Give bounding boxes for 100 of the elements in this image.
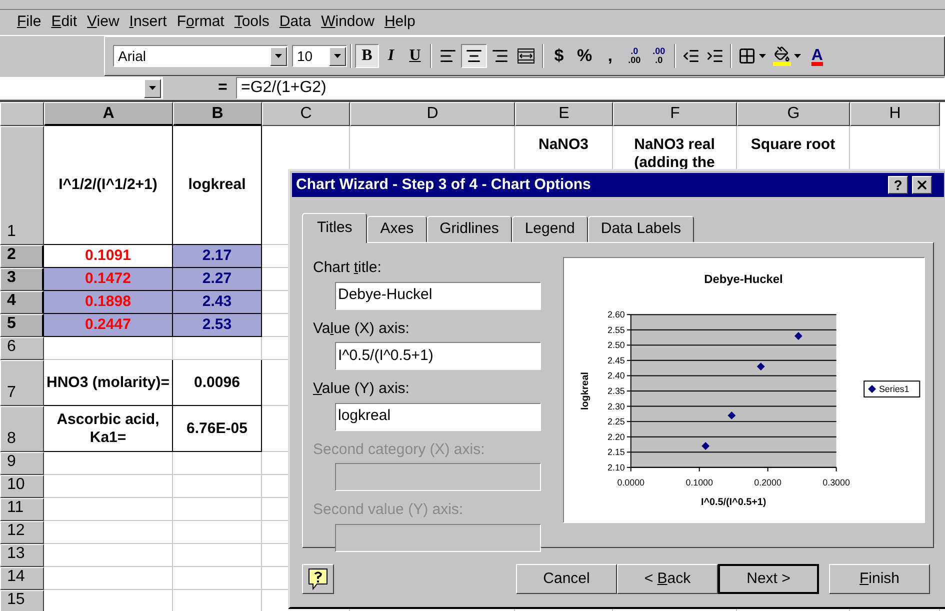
font-size-field[interactable]: 10 xyxy=(292,45,347,67)
column-header[interactable]: A xyxy=(44,102,173,126)
cell-value: HNO3 (molarity)= xyxy=(46,374,170,392)
cell-value: 0.1091 xyxy=(85,247,131,265)
bold-button[interactable]: B xyxy=(355,44,379,68)
row-header[interactable]: 5 xyxy=(0,314,44,337)
menu-item[interactable]: File xyxy=(12,11,46,34)
caret-icon xyxy=(149,86,156,90)
number-format-button[interactable]: $ xyxy=(547,44,571,68)
dropdown-button[interactable] xyxy=(329,46,346,66)
dropdown-button[interactable] xyxy=(144,78,161,98)
tab[interactable]: Data Labels xyxy=(588,216,694,242)
help-button[interactable] xyxy=(302,564,334,594)
axis-tick-label: 2.50 xyxy=(608,340,625,350)
tab[interactable]: Legend xyxy=(512,216,588,242)
row-header[interactable]: 12 xyxy=(0,521,44,544)
axis-tick-label: 2.10 xyxy=(608,462,625,472)
select-all-button[interactable] xyxy=(0,102,44,126)
equals-button[interactable]: = xyxy=(218,76,236,100)
column-header[interactable]: C xyxy=(262,102,350,126)
tab[interactable]: Gridlines xyxy=(426,216,512,242)
dialog-button[interactable]: Finish xyxy=(829,564,930,594)
axis-tick-label: 0.0000 xyxy=(617,477,644,488)
chart-title: Debye-Huckel xyxy=(704,272,783,286)
row-header[interactable]: 4 xyxy=(0,291,44,314)
column-header[interactable]: D xyxy=(350,102,515,126)
row-header[interactable]: 11 xyxy=(0,498,44,521)
italic-button[interactable]: I xyxy=(379,44,403,68)
decimal-up-button[interactable]: .0 .00 xyxy=(622,44,647,68)
caret-icon xyxy=(759,54,766,58)
input-field[interactable]: I^0.5/(I^0.5+1) xyxy=(335,342,541,370)
menu-item[interactable]: Data xyxy=(274,11,316,34)
menu-item[interactable]: Help xyxy=(379,11,420,34)
close-icon xyxy=(915,178,929,192)
row-header[interactable]: 14 xyxy=(0,567,44,590)
underline-button[interactable]: U xyxy=(403,44,427,68)
axis-tick-label: 0.2000 xyxy=(754,477,782,488)
cell-value: Ascorbic acid, Ka1= xyxy=(56,410,160,446)
dialog-button[interactable]: Next > xyxy=(718,564,819,594)
row-header[interactable]: 13 xyxy=(0,544,44,567)
menu-item[interactable]: Insert xyxy=(124,11,172,34)
row-header[interactable]: 3 xyxy=(0,268,44,291)
cell-value: 0.1898 xyxy=(85,293,131,311)
input-field[interactable] xyxy=(335,524,541,552)
input-field[interactable] xyxy=(335,463,541,491)
tab[interactable]: Axes xyxy=(367,216,427,242)
window-title: Chart Wizard - Step 3 of 4 - Chart Options xyxy=(296,174,592,195)
menu-item[interactable]: View xyxy=(82,11,124,34)
axis-tick-label: 2.55 xyxy=(608,324,625,335)
cell-value: 2.43 xyxy=(202,293,232,311)
caret-icon xyxy=(334,54,341,58)
column-header[interactable]: F xyxy=(613,102,737,126)
menu-item[interactable]: Format xyxy=(172,11,230,34)
axis-tick-label: 2.60 xyxy=(608,310,625,320)
row-header[interactable]: 9 xyxy=(0,452,44,475)
borders-icon xyxy=(738,47,756,65)
font-field[interactable]: Arial xyxy=(113,45,288,67)
close-button[interactable] xyxy=(912,176,932,194)
tab[interactable]: Titles xyxy=(302,213,368,243)
data-point xyxy=(756,362,765,370)
indent-icon xyxy=(706,47,724,65)
dialog-button[interactable]: < Back xyxy=(617,564,718,594)
help-button[interactable]: ? xyxy=(888,176,908,194)
align-right-icon xyxy=(491,47,509,65)
menu-item[interactable]: Edit xyxy=(46,11,82,34)
row-header[interactable]: 8 xyxy=(0,406,44,452)
column-header[interactable]: H xyxy=(850,102,940,126)
cell-value: 0.2447 xyxy=(85,316,131,334)
row-header[interactable]: 7 xyxy=(0,360,44,406)
data-point xyxy=(728,411,736,420)
row-header[interactable]: 6 xyxy=(0,337,44,360)
cell-value: I^1/2/(I^1/2+1) xyxy=(58,176,158,194)
formula-field[interactable]: =G2/(1+G2) xyxy=(236,77,945,99)
menu-item[interactable]: Window xyxy=(316,11,380,34)
cell-value: 2.17 xyxy=(202,247,232,265)
row-header[interactable]: 2 xyxy=(0,245,44,268)
column-header[interactable]: G xyxy=(737,102,850,126)
menu-item[interactable]: Tools xyxy=(229,11,274,34)
number-format-button[interactable]: , xyxy=(598,44,622,68)
row-header[interactable]: 15 xyxy=(0,590,44,611)
dropdown-button[interactable] xyxy=(270,46,287,66)
cell-value: Square root xyxy=(750,136,836,154)
column-header[interactable]: E xyxy=(515,102,613,126)
field-label: Second value (Y) axis: xyxy=(313,500,464,520)
merge-icon xyxy=(517,48,535,64)
cell-value: 2.27 xyxy=(202,270,232,288)
decimal-down-button[interactable]: .00 .0 xyxy=(646,44,672,68)
row-header[interactable]: 10 xyxy=(0,475,44,498)
dialog-button[interactable]: Cancel xyxy=(516,564,617,594)
column-header[interactable]: B xyxy=(173,102,262,126)
font-color-button[interactable]: A xyxy=(805,44,830,68)
row-header[interactable]: 1 xyxy=(0,126,44,245)
caret-icon xyxy=(275,54,282,58)
input-field[interactable]: logkreal xyxy=(335,402,541,430)
align-center-button[interactable] xyxy=(461,44,487,68)
cell-value: NaNO3 xyxy=(538,136,589,154)
input-field[interactable]: Debye-Huckel xyxy=(335,282,541,310)
field-label: Chart title: xyxy=(313,258,382,278)
field-label: Second category (X) axis: xyxy=(313,440,486,460)
number-format-button[interactable]: % xyxy=(571,44,598,68)
